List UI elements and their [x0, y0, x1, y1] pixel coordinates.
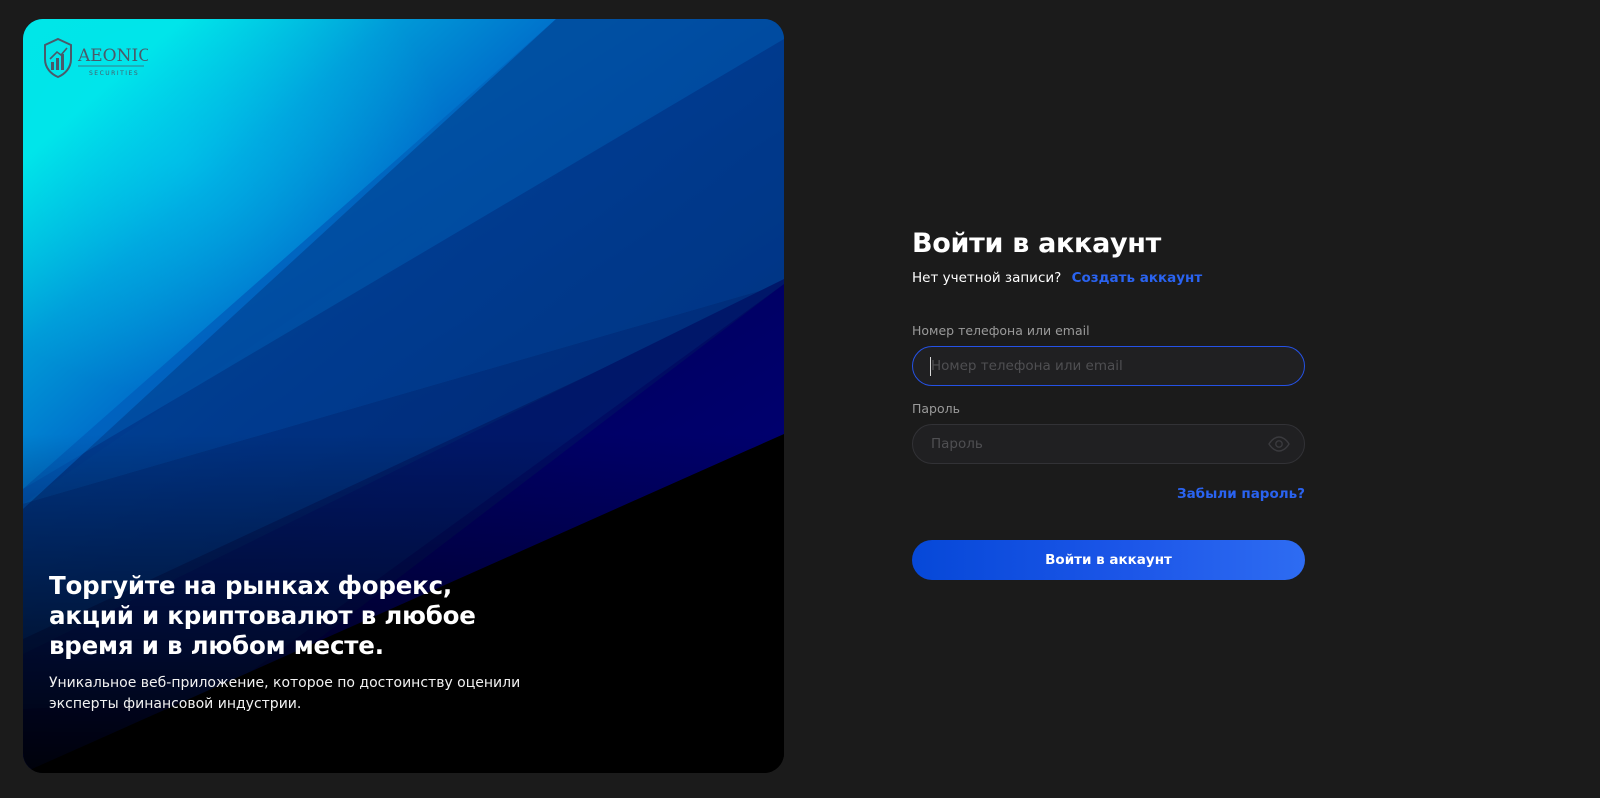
shield-chart-icon: AEONIC SECURITIES	[44, 37, 151, 79]
hero-subtitle: Уникальное веб-приложение, которое по до…	[49, 673, 569, 714]
svg-text:AEONIC: AEONIC	[77, 46, 148, 66]
hero-subtitle-line: эксперты финансовой индустрии.	[49, 695, 302, 712]
signup-prompt: Нет учетной записи? Создать аккаунт	[912, 269, 1305, 287]
hero-text: Торгуйте на рынках форекс, акций и крипт…	[49, 571, 569, 714]
password-field-wrapper	[912, 424, 1305, 464]
create-account-link[interactable]: Создать аккаунт	[1072, 270, 1203, 286]
hero-subtitle-line: Уникальное веб-приложение, которое по до…	[49, 675, 521, 691]
hero-panel: AEONIC SECURITIES Торгуйте на рынках фор…	[23, 19, 784, 773]
login-form: Войти в аккаунт Нет учетной записи? Созд…	[912, 226, 1305, 580]
login-field-label: Номер телефона или email	[912, 323, 1090, 338]
text-caret	[930, 357, 931, 376]
hero-title: Торгуйте на рынках форекс, акций и крипт…	[49, 571, 569, 661]
forgot-password-link[interactable]: Забыли пароль?	[912, 486, 1305, 502]
hero-title-line: Торгуйте на рынках форекс,	[49, 571, 453, 600]
no-account-text: Нет учетной записи?	[912, 270, 1062, 286]
hero-title-line: акций и криптовалют в любое	[49, 601, 476, 630]
eye-icon[interactable]	[1268, 436, 1290, 452]
page-title: Войти в аккаунт	[912, 228, 1161, 259]
password-input[interactable]	[931, 436, 1286, 452]
brand-logo: AEONIC SECURITIES	[43, 37, 151, 79]
svg-text:SECURITIES: SECURITIES	[89, 70, 139, 77]
password-field-label: Пароль	[912, 401, 960, 416]
login-button[interactable]: Войти в аккаунт	[912, 540, 1305, 580]
login-input[interactable]	[931, 358, 1286, 374]
hero-title-line: время и в любом месте.	[49, 631, 384, 660]
login-field-wrapper	[912, 346, 1305, 386]
